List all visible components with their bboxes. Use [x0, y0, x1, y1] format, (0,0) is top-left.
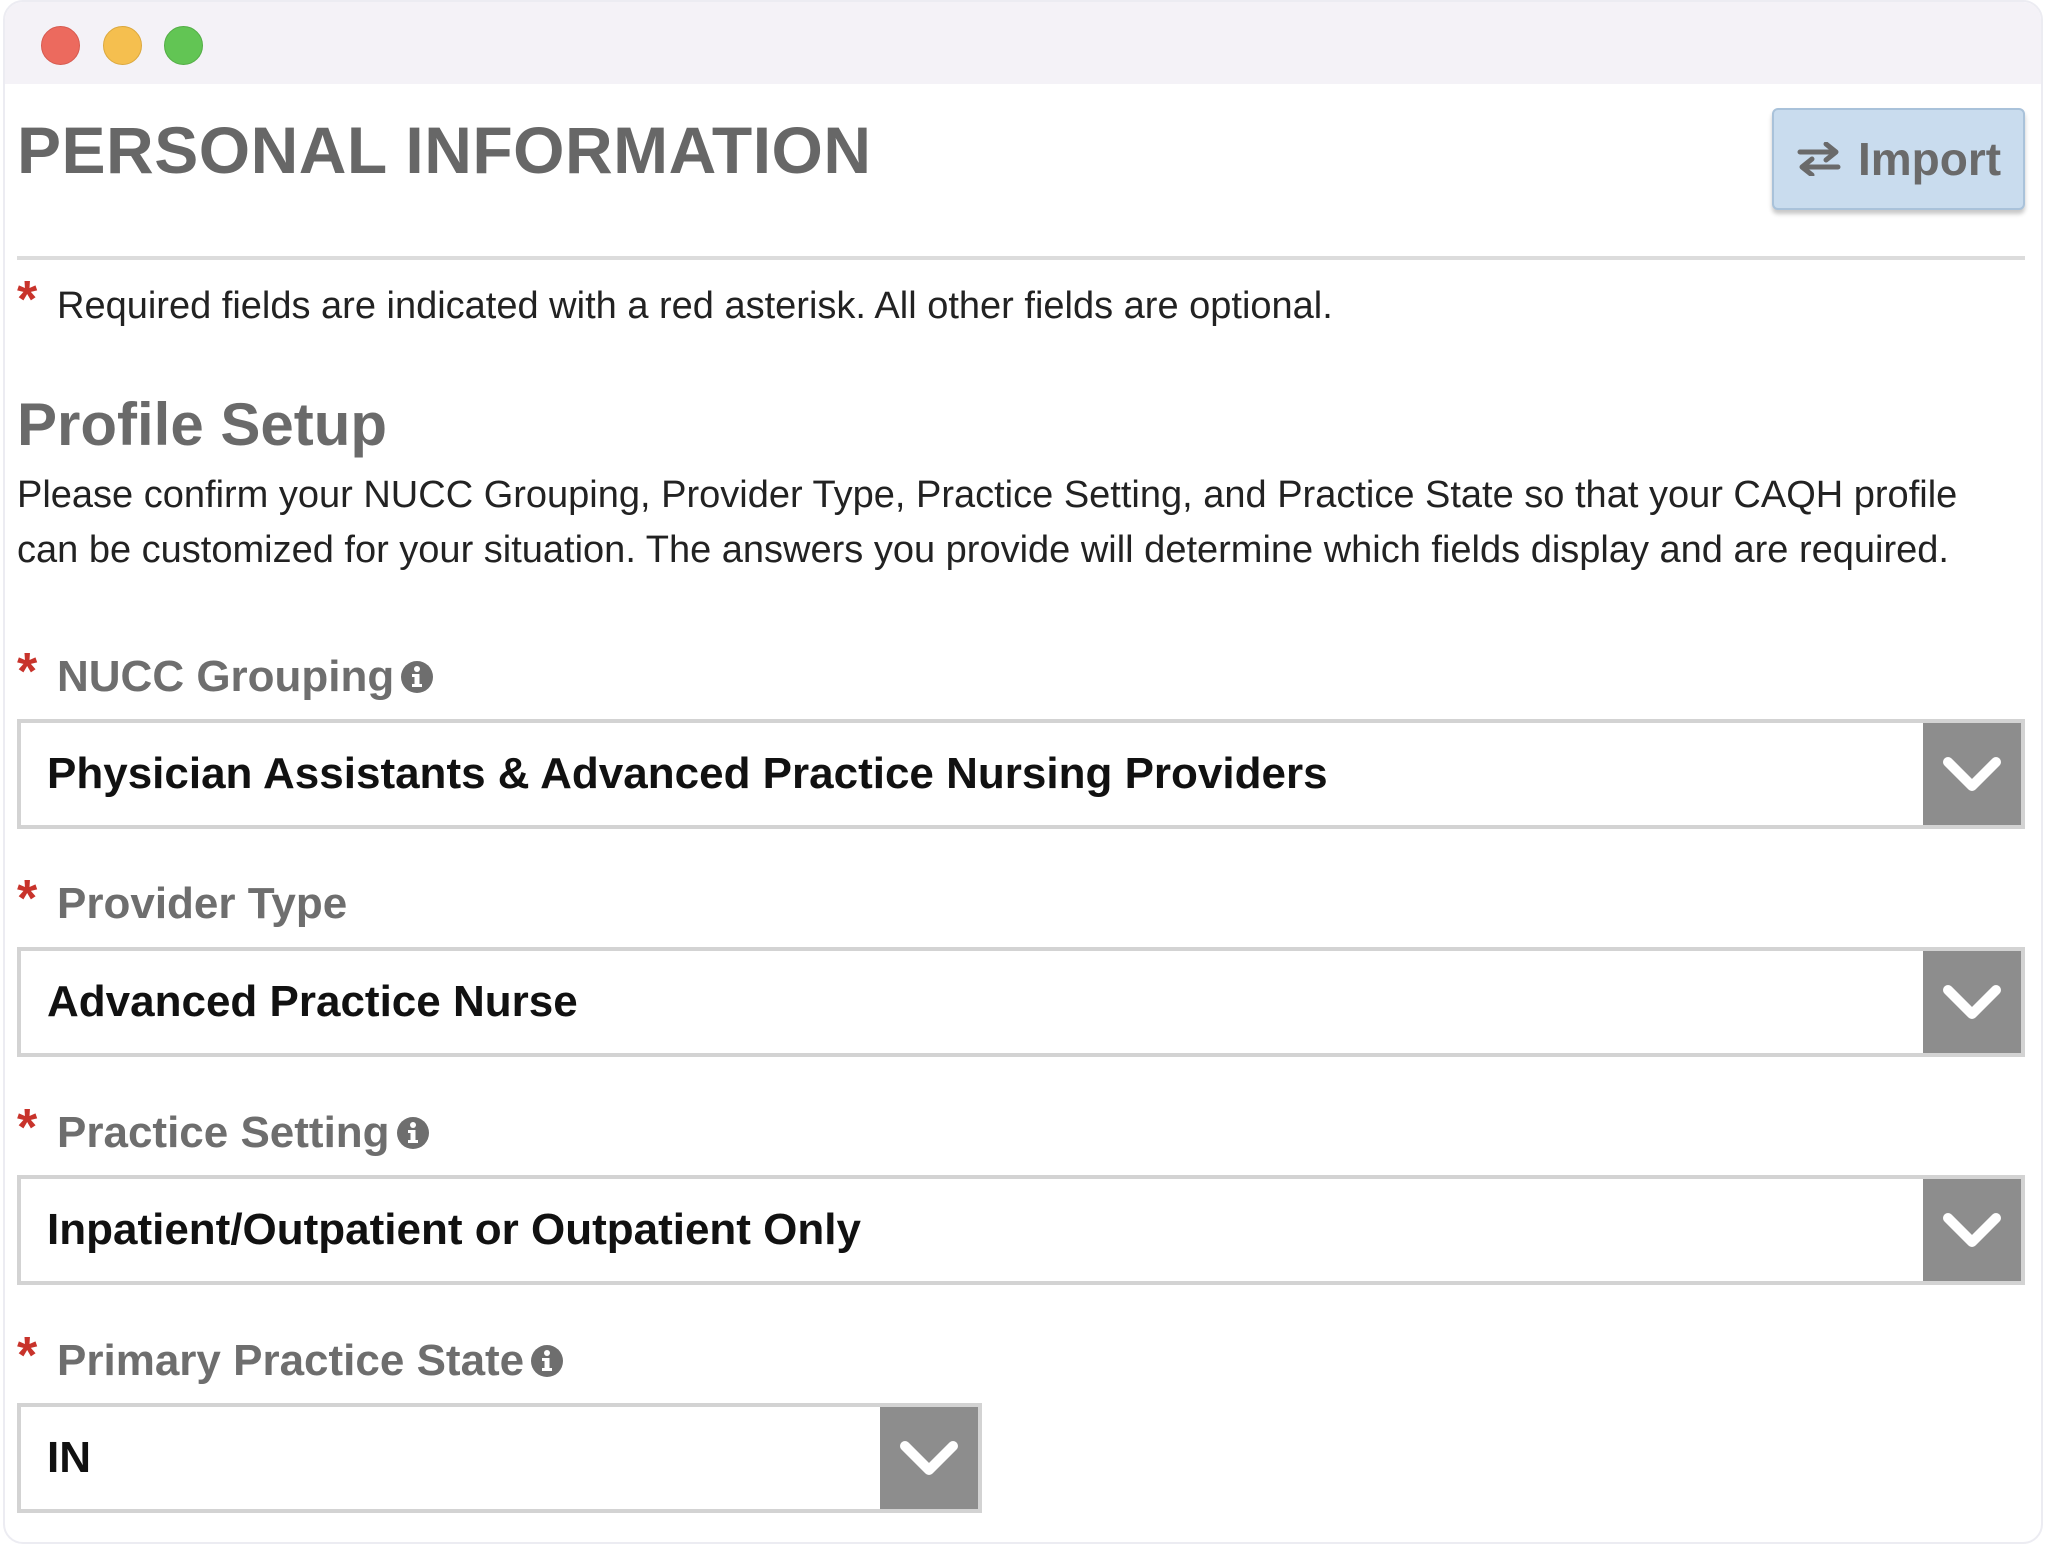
required-note-text: Required fields are indicated with a red… [57, 285, 1333, 327]
info-icon[interactable] [400, 660, 434, 699]
browser-window: PERSONAL INFORMATION Import * Required f… [3, 0, 2043, 1544]
primary-practice-state-label-text: Primary Practice State [57, 1336, 525, 1385]
provider-type-value: Advanced Practice Nurse [47, 977, 578, 1026]
primary-practice-state-select[interactable]: IN [17, 1403, 982, 1513]
dropdown-toggle[interactable] [1923, 1179, 2021, 1281]
required-fields-note: * Required fields are indicated with a r… [17, 274, 1333, 334]
header-divider [17, 256, 2025, 260]
required-asterisk: * [17, 643, 38, 701]
chevron-down-icon [900, 1441, 958, 1475]
info-icon[interactable] [396, 1116, 430, 1155]
chevron-down-icon [1943, 985, 2001, 1019]
required-asterisk: * [17, 870, 38, 928]
nucc-grouping-label-text: NUCC Grouping [57, 652, 395, 701]
dropdown-toggle[interactable] [880, 1407, 978, 1509]
chevron-down-icon [1943, 757, 2001, 791]
minimize-window-button[interactable] [103, 26, 142, 65]
dropdown-toggle[interactable] [1923, 951, 2021, 1053]
maximize-window-button[interactable] [164, 26, 203, 65]
swap-arrows-icon [1797, 142, 1841, 176]
provider-type-select[interactable]: Advanced Practice Nurse [17, 947, 2025, 1057]
dropdown-toggle[interactable] [1923, 723, 2021, 825]
section-title: Profile Setup [17, 391, 388, 458]
nucc-grouping-value: Physician Assistants & Advanced Practice… [47, 749, 1328, 798]
close-window-button[interactable] [41, 26, 80, 65]
practice-setting-select[interactable]: Inpatient/Outpatient or Outpatient Only [17, 1175, 2025, 1285]
nucc-grouping-select[interactable]: Physician Assistants & Advanced Practice… [17, 719, 2025, 829]
page-title: PERSONAL INFORMATION [17, 113, 872, 187]
practice-setting-label: * Practice Setting [17, 1099, 430, 1163]
required-asterisk: * [17, 1327, 38, 1385]
primary-practice-state-label: * Primary Practice State [17, 1327, 564, 1391]
required-asterisk: * [17, 1099, 38, 1157]
nucc-grouping-label: * NUCC Grouping [17, 643, 434, 707]
primary-practice-state-value: IN [47, 1433, 91, 1482]
provider-type-label: * Provider Type [17, 870, 348, 934]
practice-setting-value: Inpatient/Outpatient or Outpatient Only [47, 1205, 861, 1254]
provider-type-label-text: Provider Type [57, 879, 348, 928]
info-icon[interactable] [530, 1344, 564, 1383]
chevron-down-icon [1943, 1213, 2001, 1247]
window-titlebar [5, 2, 2041, 84]
practice-setting-label-text: Practice Setting [57, 1108, 390, 1157]
section-description: Please confirm your NUCC Grouping, Provi… [17, 474, 1958, 571]
import-button[interactable]: Import [1772, 108, 2025, 210]
required-asterisk: * [17, 271, 38, 329]
import-button-label: Import [1857, 133, 2002, 185]
